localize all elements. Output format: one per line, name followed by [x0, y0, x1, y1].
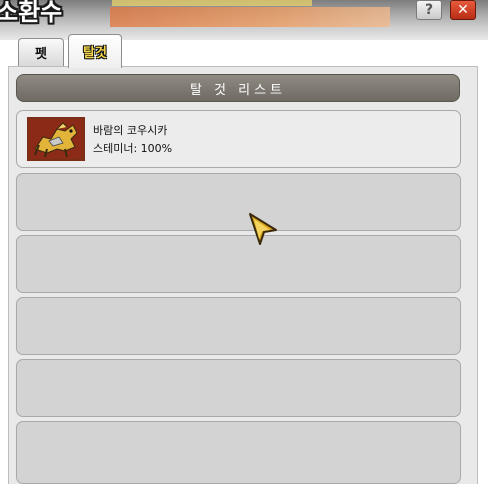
title-decoration [112, 0, 312, 6]
close-icon: ✕ [457, 2, 469, 18]
tab-mount[interactable]: 탈것 [68, 34, 122, 68]
mount-name: 바람의 코우시카 [93, 124, 168, 137]
question-icon: ? [424, 2, 434, 18]
tab-pet-label: 펫 [35, 47, 47, 62]
empty-mount-slot[interactable] [16, 359, 461, 417]
tab-mount-label: 탈것 [83, 46, 107, 61]
mount-list-header: 탈 것 리스트 [16, 74, 460, 102]
mount-icon [27, 117, 85, 161]
empty-mount-slot[interactable] [16, 173, 461, 231]
title-decoration [110, 7, 390, 27]
mount-slot[interactable]: 바람의 코우시카 스테미너: 100% [16, 110, 461, 168]
window-title: 소환수 [0, 0, 63, 26]
close-button[interactable]: ✕ [450, 0, 476, 20]
empty-mount-slot[interactable] [16, 297, 461, 355]
cursor-icon [249, 213, 277, 245]
help-button[interactable]: ? [416, 0, 442, 20]
tab-pet[interactable]: 펫 [18, 38, 64, 66]
empty-mount-slot[interactable] [16, 421, 461, 484]
mount-stamina: 스테미너: 100% [93, 142, 173, 155]
empty-mount-slot[interactable] [16, 235, 461, 293]
